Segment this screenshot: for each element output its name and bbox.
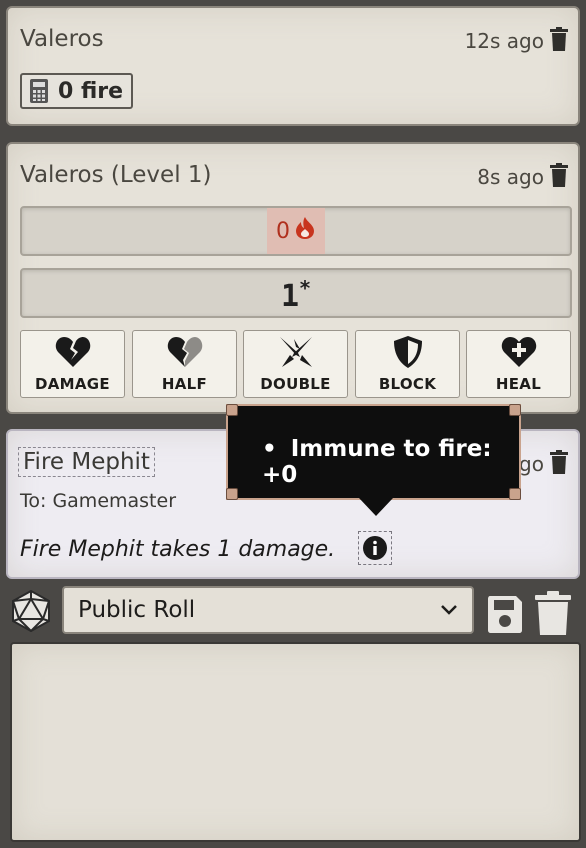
whisper-recipient: To: Gamemaster bbox=[20, 490, 177, 512]
total-value: 1* bbox=[280, 276, 312, 314]
damage-breakdown[interactable]: 0 bbox=[20, 206, 572, 256]
double-slash-icon bbox=[279, 337, 312, 367]
tooltip-arrow bbox=[359, 498, 393, 516]
save-icon[interactable] bbox=[486, 594, 524, 634]
chat-message-damage-roll: Valeros (Level 1) 8s ago 0 1* DAMAGE HAL… bbox=[6, 142, 580, 414]
trash-icon[interactable] bbox=[550, 163, 568, 187]
tag-label: 0 fire bbox=[58, 78, 124, 104]
damage-tag[interactable]: 0 fire bbox=[20, 73, 134, 109]
half-heart-icon bbox=[167, 337, 202, 367]
fire-icon bbox=[294, 216, 316, 246]
tooltip-list: Immune to fire: +0 bbox=[262, 436, 519, 488]
heal-heart-icon bbox=[501, 337, 536, 367]
heal-button[interactable]: HEAL bbox=[466, 330, 571, 398]
double-damage-button[interactable]: DOUBLE bbox=[243, 330, 348, 398]
trash-icon[interactable] bbox=[550, 450, 568, 474]
damage-total[interactable]: 1* bbox=[20, 268, 572, 318]
shield-icon bbox=[393, 336, 422, 368]
roll-mode-value: Public Roll bbox=[78, 597, 196, 623]
d20-icon[interactable] bbox=[10, 589, 52, 633]
message-timestamp: 8s ago bbox=[477, 165, 544, 189]
roll-mode-select[interactable]: Public Roll bbox=[62, 586, 474, 634]
message-sender[interactable]: Fire Mephit bbox=[18, 447, 155, 477]
info-tooltip: Immune to fire: +0 bbox=[226, 404, 521, 516]
trash-icon[interactable] bbox=[550, 27, 568, 51]
calculator-icon bbox=[30, 79, 48, 103]
block-button[interactable]: BLOCK bbox=[355, 330, 460, 398]
tooltip-item: Immune to fire: +0 bbox=[262, 436, 519, 488]
damage-button[interactable]: DAMAGE bbox=[20, 330, 125, 398]
message-timestamp: 12s ago bbox=[464, 29, 544, 53]
damage-value: 0 bbox=[276, 218, 290, 244]
message-sender: Valeros (Level 1) bbox=[20, 162, 212, 188]
damage-message: Fire Mephit takes 1 damage. bbox=[20, 537, 336, 562]
chevron-down-icon bbox=[441, 605, 457, 615]
chat-message-input[interactable] bbox=[10, 642, 581, 842]
clear-chat-trash-icon[interactable] bbox=[535, 591, 571, 635]
info-icon[interactable] bbox=[358, 531, 392, 565]
fire-damage-chip: 0 bbox=[267, 208, 325, 254]
message-sender: Valeros bbox=[20, 26, 104, 52]
broken-heart-icon bbox=[55, 337, 90, 367]
chat-message-valeros: Valeros 12s ago 0 fire bbox=[6, 6, 580, 126]
half-damage-button[interactable]: HALF bbox=[132, 330, 237, 398]
